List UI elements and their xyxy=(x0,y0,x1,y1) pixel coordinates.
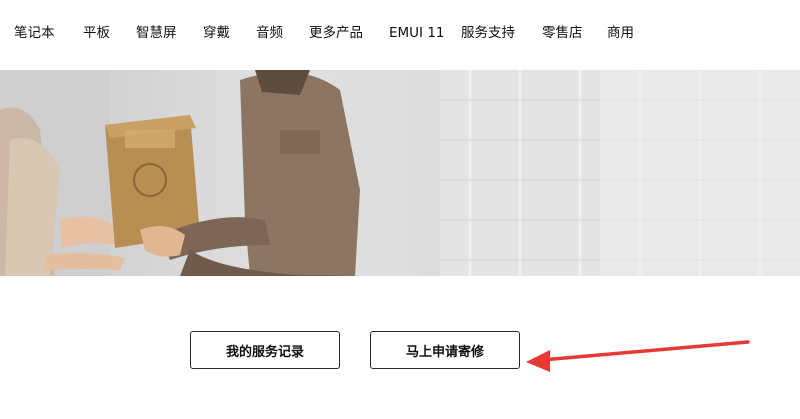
nav-item-smart-screen[interactable]: 智慧屏 xyxy=(136,26,177,41)
mail-repair-button[interactable]: 马上申请寄修 xyxy=(370,331,520,369)
nav-item-more-products[interactable]: 更多产品 xyxy=(309,26,363,41)
service-records-button[interactable]: 我的服务记录 xyxy=(190,331,340,369)
nav-menu: 笔记本 平板 智慧屏 穿戴 音频 更多产品 EMUI 11 服务支持 零售店 商… xyxy=(0,0,800,70)
nav-item-audio[interactable]: 音频 xyxy=(256,26,283,41)
nav-item-enterprise[interactable]: 商用 xyxy=(607,26,634,41)
nav-item-service-support[interactable]: 服务支持 xyxy=(461,26,515,41)
nav-item-wearables[interactable]: 穿戴 xyxy=(203,26,230,41)
nav-item-emui[interactable]: EMUI 11 xyxy=(389,26,445,41)
nav-item-laptop[interactable]: 笔记本 xyxy=(14,26,55,41)
nav-item-tablet[interactable]: 平板 xyxy=(83,26,110,41)
courier-handing-package-photo xyxy=(0,70,800,276)
top-navigation: 笔记本 平板 智慧屏 穿戴 音频 更多产品 EMUI 11 服务支持 零售店 商… xyxy=(0,0,800,70)
nav-item-retail-store[interactable]: 零售店 xyxy=(542,26,583,41)
hero-banner xyxy=(0,70,800,276)
red-arrow-annotation xyxy=(526,340,750,372)
